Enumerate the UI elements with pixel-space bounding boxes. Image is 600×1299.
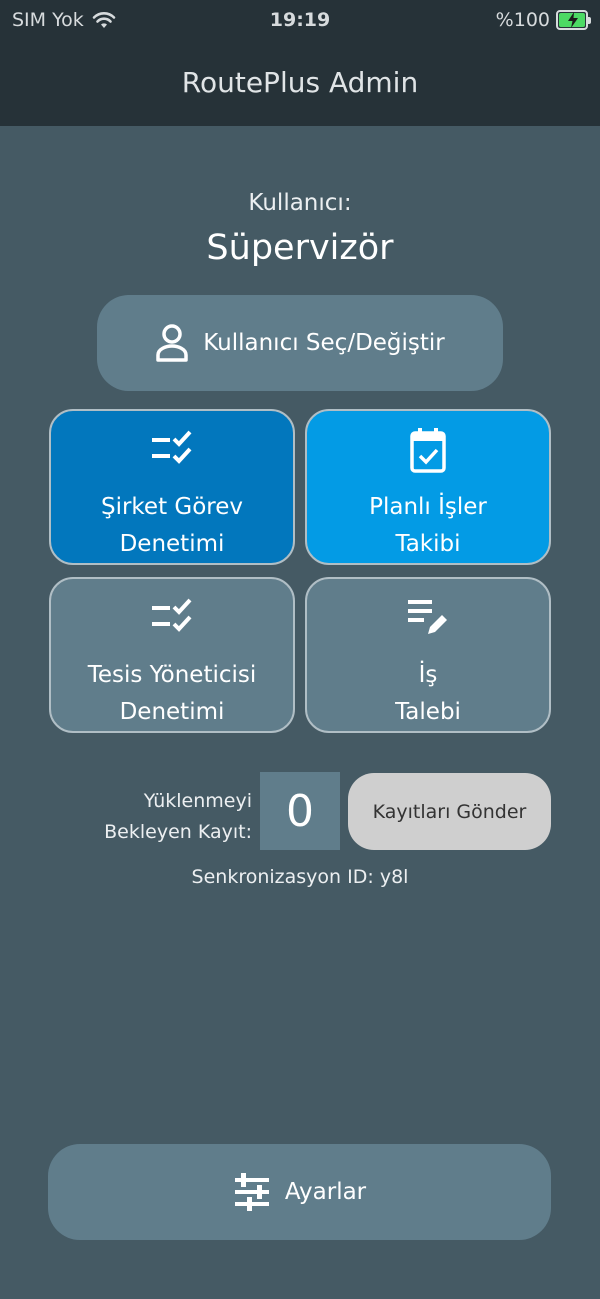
select-user-label: Kullanıcı Seç/Değiştir: [203, 330, 445, 356]
battery-percent: %100: [495, 9, 550, 31]
tile-label-line1: Şirket Görev: [100, 494, 244, 520]
status-right: %100: [495, 9, 591, 31]
calendar-check-icon: [410, 428, 446, 473]
sync-id-line: Senkronizasyon ID: y8l: [0, 866, 600, 888]
tile-company-task-audit[interactable]: Şirket Görev Denetimi: [49, 409, 295, 565]
settings-button[interactable]: Ayarlar: [48, 1144, 551, 1240]
screen: SIM Yok 19:19 %100 RoutePlus Admin Kulla…: [0, 0, 600, 1299]
app-title: RoutePlus Admin: [181, 66, 419, 99]
tile-label-line1: Planlı İşler: [369, 494, 487, 520]
tile-planned-jobs[interactable]: Planlı İşler Takibi: [305, 409, 551, 565]
sync-id-value: y8l: [379, 866, 409, 888]
sliders-icon: [234, 1173, 269, 1211]
user-name: Süpervizör: [206, 228, 394, 268]
checklist-icon: [152, 598, 192, 632]
user-label: Kullanıcı:: [248, 190, 352, 216]
tile-label-line1: Tesis Yöneticisi: [87, 662, 257, 688]
edit-note-icon: [408, 600, 447, 634]
pending-label-line2: Bekleyen Kayıt:: [104, 821, 252, 843]
tile-label-line1: İş: [418, 662, 438, 688]
pending-records-count: 0: [260, 772, 340, 850]
tile-label-line2: Talebi: [395, 699, 461, 725]
person-icon: [156, 324, 188, 362]
pending-records-label: Yüklenmeyi Bekleyen Kayıt:: [100, 786, 252, 848]
tile-facility-manager-audit[interactable]: Tesis Yöneticisi Denetimi: [49, 577, 295, 733]
send-records-button[interactable]: Kayıtları Gönder: [348, 773, 551, 850]
sync-id-label: Senkronizasyon ID:: [191, 866, 374, 888]
tile-work-request[interactable]: İş Talebi: [305, 577, 551, 733]
select-user-button[interactable]: Kullanıcı Seç/Değiştir: [97, 295, 503, 391]
tile-label-line2: Denetimi: [119, 699, 225, 725]
tile-label-line2: Denetimi: [119, 531, 225, 557]
checklist-icon: [152, 430, 192, 464]
pending-label-line1: Yüklenmeyi: [143, 790, 252, 812]
status-bar: SIM Yok 19:19 %100: [0, 0, 600, 42]
settings-label: Ayarlar: [284, 1179, 367, 1205]
tile-label-line2: Takibi: [395, 531, 461, 557]
battery-icon: [556, 10, 591, 30]
app-header: SIM Yok 19:19 %100 RoutePlus Admin: [0, 0, 600, 126]
